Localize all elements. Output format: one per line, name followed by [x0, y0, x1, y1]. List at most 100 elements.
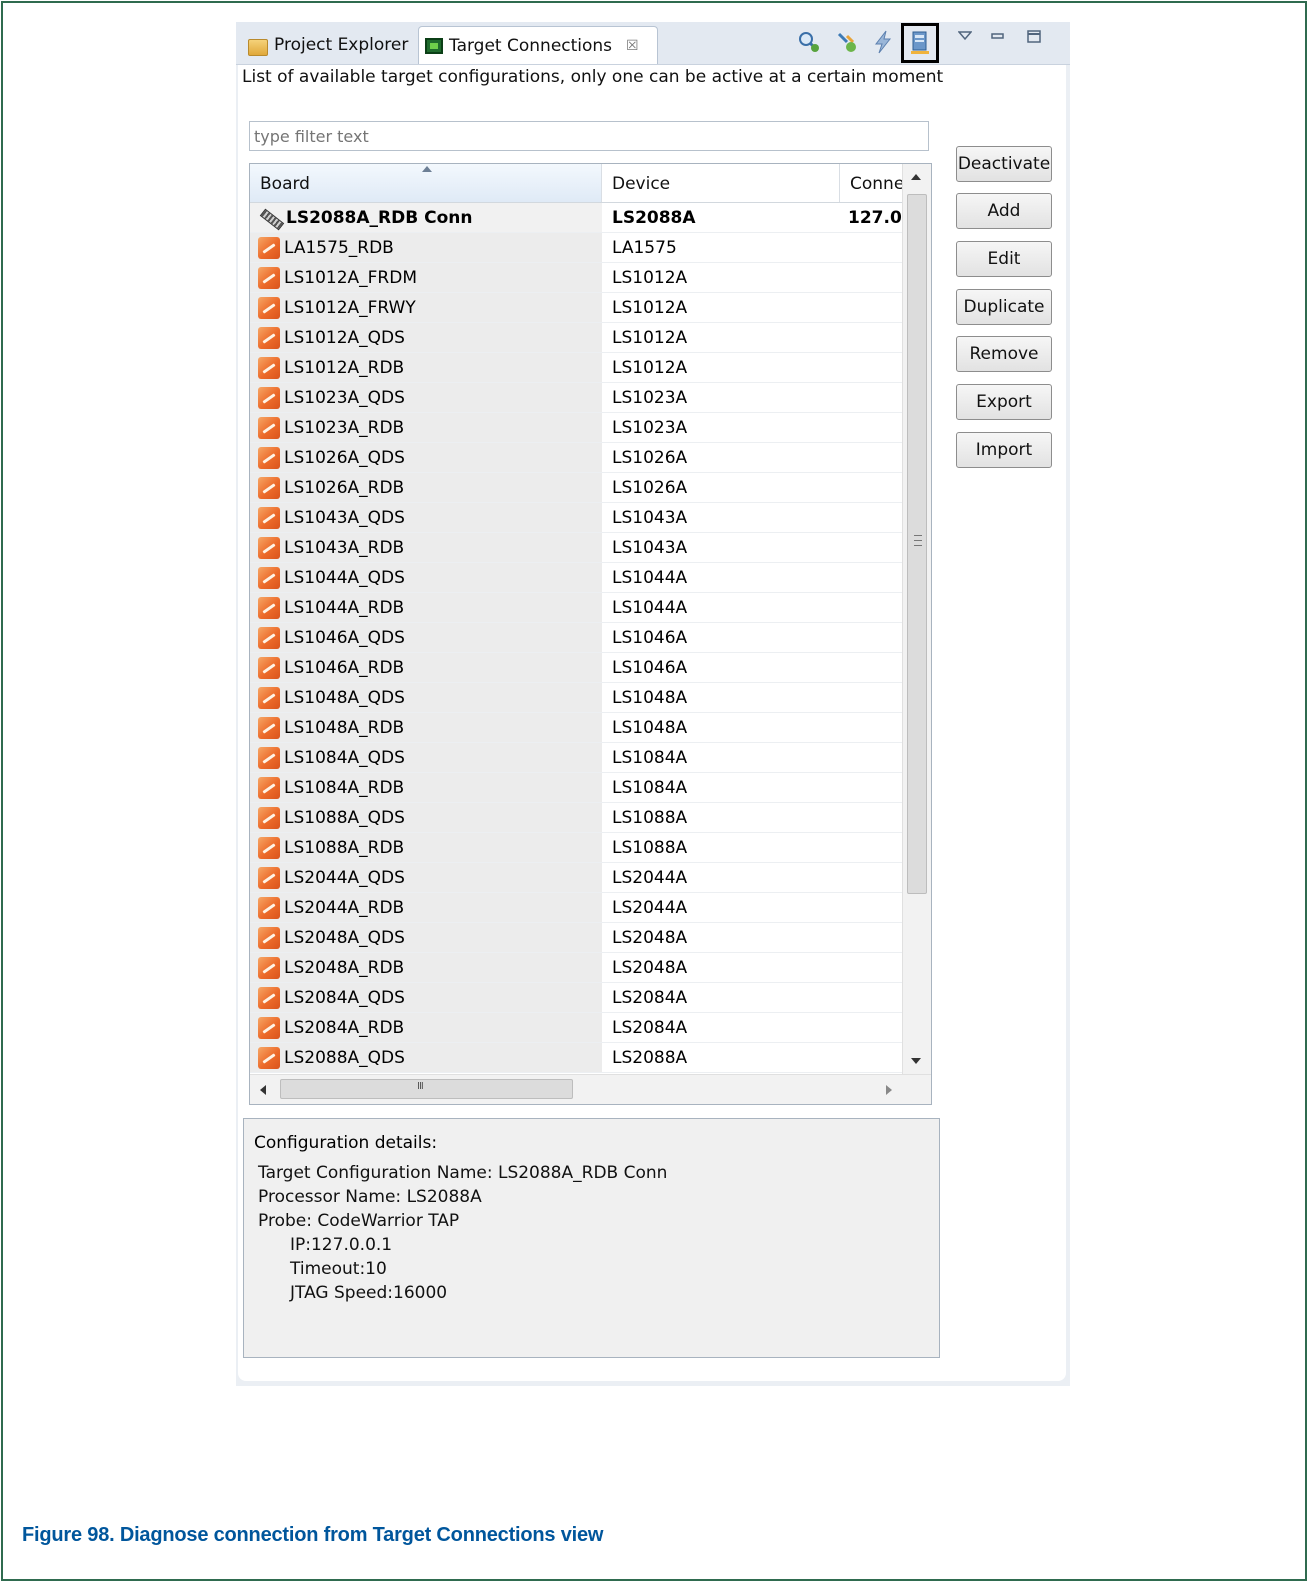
board-cell[interactable]: LS1043A_QDS — [250, 503, 602, 532]
board-cell[interactable]: LS2044A_QDS — [250, 863, 602, 892]
tab-target-connections[interactable]: Target Connections ☒ — [418, 26, 658, 64]
deactivate-button[interactable]: Deactivate — [956, 146, 1052, 182]
board-cell[interactable]: LS1012A_QDS — [250, 323, 602, 352]
table-row[interactable]: LS2048A_QDS LS2048A — [250, 923, 902, 953]
table-row[interactable]: LS2044A_QDS LS2044A — [250, 863, 902, 893]
device-cell[interactable]: LS1012A — [602, 298, 840, 318]
table-row[interactable]: LS2084A_RDB LS2084A — [250, 1013, 902, 1043]
device-cell[interactable]: LS2084A — [602, 1018, 840, 1038]
board-cell[interactable]: LS1048A_QDS — [250, 683, 602, 712]
table-row[interactable]: LS1044A_RDB LS1044A — [250, 593, 902, 623]
table-row[interactable]: LS1023A_QDS LS1023A — [250, 383, 902, 413]
table-row[interactable]: LS1048A_RDB LS1048A — [250, 713, 902, 743]
board-cell[interactable]: LS1012A_RDB — [250, 353, 602, 382]
table-row[interactable]: LS1044A_QDS LS1044A — [250, 563, 902, 593]
device-cell[interactable]: LS1044A — [602, 568, 840, 588]
board-cell[interactable]: LA1575_RDB — [250, 233, 602, 262]
connection-cell[interactable]: 127.0 — [840, 208, 902, 228]
device-cell[interactable]: LS2048A — [602, 958, 840, 978]
filter-input[interactable] — [249, 121, 929, 151]
table-row[interactable]: LS2084A_QDS LS2084A — [250, 983, 902, 1013]
device-cell[interactable]: LS1043A — [602, 508, 840, 528]
board-cell[interactable]: LS2084A_QDS — [250, 983, 602, 1012]
search-target-icon[interactable] — [796, 28, 822, 56]
table-row[interactable]: LS1026A_RDB LS1026A — [250, 473, 902, 503]
table-row[interactable]: LS1023A_RDB LS1023A — [250, 413, 902, 443]
board-cell[interactable]: LS2084A_RDB — [250, 1013, 602, 1042]
board-cell[interactable]: LS1046A_RDB — [250, 653, 602, 682]
horizontal-scroll-thumb[interactable] — [280, 1079, 573, 1099]
duplicate-button[interactable]: Duplicate — [956, 289, 1052, 325]
device-cell[interactable]: LS1023A — [602, 388, 840, 408]
device-cell[interactable]: LS2084A — [602, 988, 840, 1008]
table-row[interactable]: LS1084A_RDB LS1084A — [250, 773, 902, 803]
device-cell[interactable]: LS1012A — [602, 328, 840, 348]
board-cell[interactable]: LS1023A_QDS — [250, 383, 602, 412]
board-cell[interactable]: LS1084A_QDS — [250, 743, 602, 772]
board-cell[interactable]: LS2048A_RDB — [250, 953, 602, 982]
table-row[interactable]: LS1012A_QDS LS1012A — [250, 323, 902, 353]
device-cell[interactable]: LS1084A — [602, 748, 840, 768]
table-row[interactable]: LS1048A_QDS LS1048A — [250, 683, 902, 713]
table-row[interactable]: LS1043A_RDB LS1043A — [250, 533, 902, 563]
board-cell[interactable]: LS1084A_RDB — [250, 773, 602, 802]
device-cell[interactable]: LS1088A — [602, 838, 840, 858]
board-cell[interactable]: LS1012A_FRDM — [250, 263, 602, 292]
device-cell[interactable]: LS1012A — [602, 268, 840, 288]
board-cell[interactable]: LS1012A_FRWY — [250, 293, 602, 322]
table-row[interactable]: LS1012A_RDB LS1012A — [250, 353, 902, 383]
table-row[interactable]: LA1575_RDB LA1575 — [250, 233, 902, 263]
device-cell[interactable]: LS1044A — [602, 598, 840, 618]
device-cell[interactable]: LS1048A — [602, 718, 840, 738]
table-row[interactable]: LS1088A_QDS LS1088A — [250, 803, 902, 833]
table-row[interactable]: LS1084A_QDS LS1084A — [250, 743, 902, 773]
column-header-device[interactable]: Device — [602, 164, 840, 202]
minimize-icon[interactable] — [990, 28, 1006, 46]
device-cell[interactable]: LS1026A — [602, 478, 840, 498]
device-cell[interactable]: LS1043A — [602, 538, 840, 558]
board-cell[interactable]: LS1023A_RDB — [250, 413, 602, 442]
device-cell[interactable]: LS1023A — [602, 418, 840, 438]
device-cell[interactable]: LA1575 — [602, 238, 840, 258]
board-cell[interactable]: LS2044A_RDB — [250, 893, 602, 922]
device-cell[interactable]: LS2044A — [602, 868, 840, 888]
table-row[interactable]: LS1088A_RDB LS1088A — [250, 833, 902, 863]
device-cell[interactable]: LS1046A — [602, 658, 840, 678]
table-row[interactable]: LS2048A_RDB LS2048A — [250, 953, 902, 983]
tab-project-explorer[interactable]: Project Explorer — [242, 26, 414, 64]
board-cell[interactable]: LS1088A_RDB — [250, 833, 602, 862]
table-row[interactable]: LS2044A_RDB LS2044A — [250, 893, 902, 923]
device-cell[interactable]: LS1012A — [602, 358, 840, 378]
vertical-scroll-thumb[interactable] — [907, 194, 927, 894]
device-cell[interactable]: LS1084A — [602, 778, 840, 798]
board-cell[interactable]: LS1026A_QDS — [250, 443, 602, 472]
column-header-board[interactable]: Board — [250, 164, 602, 202]
device-cell[interactable]: LS2088A — [602, 208, 840, 228]
board-cell[interactable]: LS2088A_QDS — [250, 1043, 602, 1072]
import-button[interactable]: Import — [956, 432, 1052, 468]
board-cell[interactable]: LS1043A_RDB — [250, 533, 602, 562]
board-cell[interactable]: LS2088A_RDB Conn — [250, 203, 602, 232]
edit-button[interactable]: Edit — [956, 241, 1052, 277]
device-cell[interactable]: LS1088A — [602, 808, 840, 828]
device-cell[interactable]: LS2044A — [602, 898, 840, 918]
device-cell[interactable]: LS1026A — [602, 448, 840, 468]
refresh-connection-icon[interactable] — [834, 28, 860, 56]
scroll-left-arrow-icon[interactable] — [260, 1085, 266, 1095]
scroll-up-arrow-icon[interactable] — [911, 174, 921, 180]
table-row[interactable]: LS2088A_RDB Conn LS2088A 127.0 — [250, 203, 902, 233]
board-cell[interactable]: LS1044A_QDS — [250, 563, 602, 592]
device-cell[interactable]: LS2048A — [602, 928, 840, 948]
vertical-scrollbar[interactable] — [902, 164, 931, 1074]
lightning-icon[interactable] — [870, 28, 896, 56]
board-cell[interactable]: LS2048A_QDS — [250, 923, 602, 952]
board-cell[interactable]: LS1088A_QDS — [250, 803, 602, 832]
maximize-icon[interactable] — [1026, 28, 1042, 48]
table-row[interactable]: LS1012A_FRDM LS1012A — [250, 263, 902, 293]
remove-button[interactable]: Remove — [956, 336, 1052, 372]
table-row[interactable]: LS1026A_QDS LS1026A — [250, 443, 902, 473]
scroll-right-arrow-icon[interactable] — [886, 1085, 892, 1095]
device-cell[interactable]: LS1048A — [602, 688, 840, 708]
device-cell[interactable]: LS1046A — [602, 628, 840, 648]
close-icon[interactable]: ☒ — [626, 38, 639, 54]
